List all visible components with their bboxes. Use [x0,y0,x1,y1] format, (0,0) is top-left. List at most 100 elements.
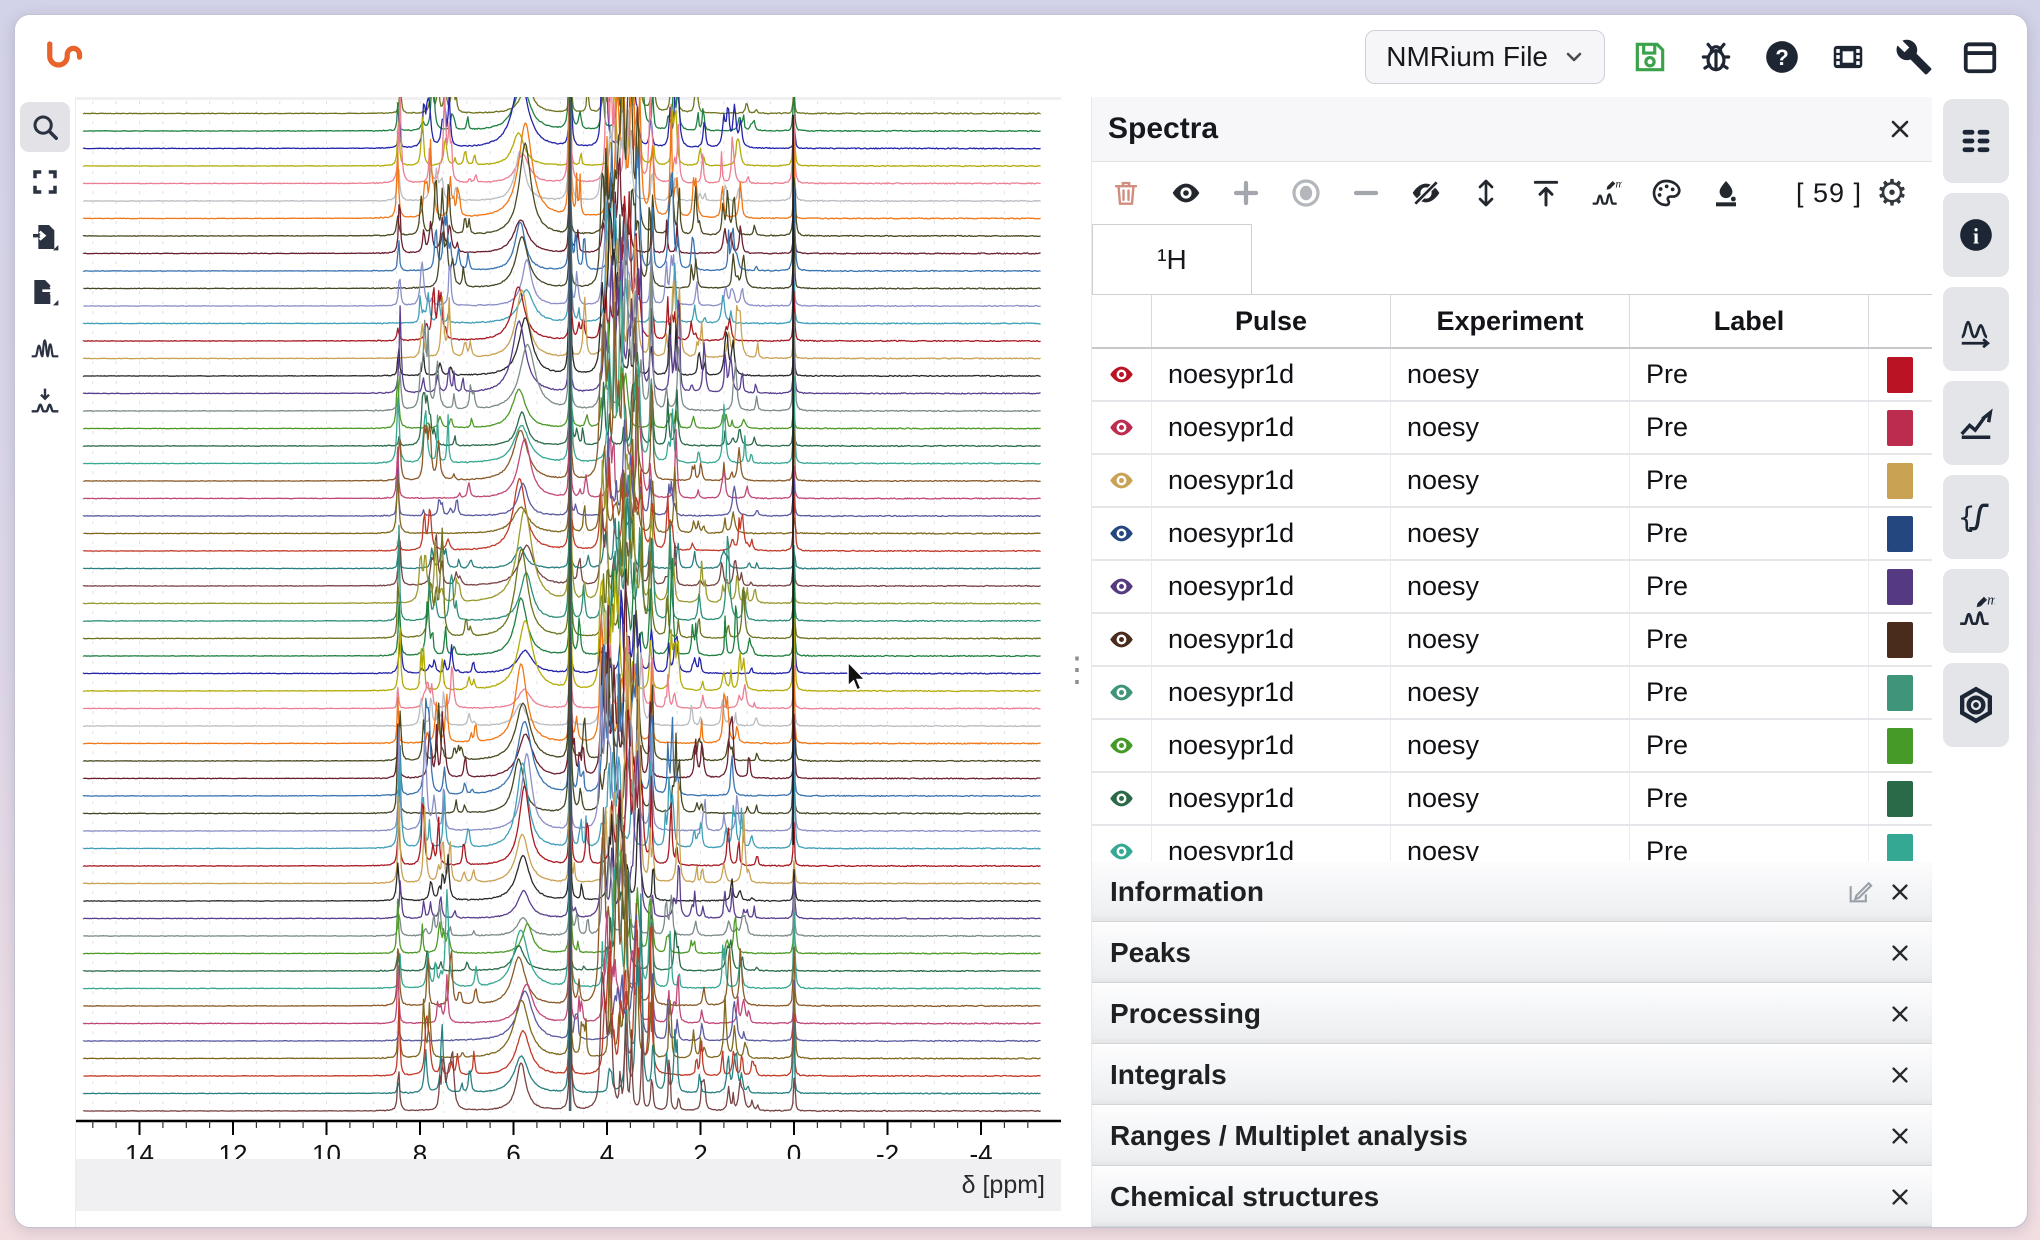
spectrum-color-swatch[interactable] [1869,561,1931,612]
spectrum-color-swatch[interactable] [1869,720,1931,771]
general-settings-button[interactable] [1893,36,1935,78]
accordion-label: Peaks [1110,937,1880,969]
minus-icon [1351,178,1381,208]
spectrum-row[interactable]: noesypr1dnoesyPre [1092,455,1932,508]
tab-1h[interactable]: ¹H [1092,224,1252,294]
spectrum-visibility-toggle[interactable] [1092,561,1152,612]
show-only-selected-button[interactable] [1276,170,1336,216]
align-spectra-button[interactable] [20,377,70,427]
close-accordion-button[interactable] [1880,872,1920,912]
spectrum-color-swatch[interactable] [1869,773,1931,824]
accordion-processing[interactable]: Processing [1092,983,1932,1044]
spectrum-color-swatch[interactable] [1869,508,1931,559]
spectrum-row[interactable]: noesypr1dnoesyPre [1092,349,1932,402]
spectra-settings-button[interactable]: ⚙ [1862,170,1922,216]
spectrum-color-swatch[interactable] [1869,455,1931,506]
spectrum-label: Pre [1630,508,1869,559]
close-accordion-button[interactable] [1880,1055,1920,1095]
fill-color-button[interactable] [1696,170,1756,216]
spectra-table-header: Pulse Experiment Label [1092,295,1932,349]
spectrum-visibility-toggle[interactable] [1092,402,1152,453]
svg-text:m: m [1615,177,1622,191]
panel-resize-handle[interactable]: ⋮ [1063,635,1091,705]
spectrum-visibility-toggle[interactable] [1092,508,1152,559]
spectrum-color-swatch[interactable] [1869,349,1931,400]
spectrum-color-swatch[interactable] [1869,614,1931,665]
accordion-label: Chemical structures [1110,1181,1880,1213]
ranges-multiplet-panel-button[interactable]: m [1943,569,2009,653]
hide-selected-button[interactable] [1396,170,1456,216]
file-menu-dropdown[interactable]: NMRium File [1365,30,1605,84]
default-palette-button[interactable] [1636,170,1696,216]
spectrum-row[interactable]: noesypr1dnoesyPre [1092,720,1932,773]
spectrum-visibility-toggle[interactable] [1092,773,1152,824]
processings-panel-button[interactable] [1943,381,2009,465]
search-icon [30,112,60,142]
accordion-integrals[interactable]: Integrals [1092,1044,1932,1105]
record-circle-icon [1290,177,1322,209]
spectrum-row[interactable]: noesypr1dnoesyPre [1092,667,1932,720]
show-hide-spectra-button[interactable] [1156,170,1216,216]
respacing-spectra-button[interactable] [1456,170,1516,216]
stack-spectra-button[interactable] [20,322,70,372]
close-accordion-button[interactable] [1880,1177,1920,1217]
close-icon [1888,117,1912,141]
spectrum-visibility-toggle[interactable] [1092,614,1152,665]
eye-icon [1108,785,1135,812]
tab-1h-label: ¹H [1157,244,1187,276]
close-spectra-panel-button[interactable] [1882,111,1918,147]
spectra-toolbar: m [ 59 ] [1092,162,1932,224]
eye-icon [1108,732,1135,759]
delete-all-spectra-button[interactable] [1096,170,1156,216]
spectrum-color-swatch[interactable] [1869,402,1931,453]
spectrum-row[interactable]: noesypr1dnoesyPre [1092,561,1932,614]
spectrum-experiment: noesy [1391,720,1630,771]
spectrum-row[interactable]: noesypr1dnoesyPre [1092,508,1932,561]
zoom-tool-button[interactable] [20,102,70,152]
window-layout-button[interactable] [1959,36,2001,78]
spectrum-visibility-toggle[interactable] [1092,826,1152,861]
add-spectra-button[interactable] [1216,170,1276,216]
chemical-structures-panel-button[interactable] [1943,663,2009,747]
import-button[interactable] [20,212,70,262]
spectrum-color-swatch[interactable] [1869,826,1931,861]
spectrum-pulse: noesypr1d [1152,667,1391,718]
accordion-chemical-structures[interactable]: Chemical structures [1092,1166,1932,1227]
spectrum-visibility-toggle[interactable] [1092,349,1152,400]
spectrum-row[interactable]: noesypr1dnoesyPre [1092,614,1932,667]
integrals-panel-button[interactable]: { [1943,475,2009,559]
eye-icon [1108,626,1135,653]
video-tutorials-button[interactable] [1827,36,1869,78]
auto-ranges-tool-button[interactable]: m [1576,170,1636,216]
nmrium-logo-icon[interactable] [41,37,83,79]
spectrum-visibility-toggle[interactable] [1092,667,1152,718]
nucleus-tabs: ¹H [1092,224,1932,295]
export-button[interactable] [20,267,70,317]
close-accordion-button[interactable] [1880,1116,1920,1156]
col-color [1869,295,1931,347]
remove-selected-button[interactable] [1336,170,1396,216]
spectra-list-panel-button[interactable] [1943,99,2009,183]
save-button[interactable] [1629,36,1671,78]
spectrum-visibility-toggle[interactable] [1092,455,1152,506]
ranges-multiplet-icon: m [1957,592,1995,630]
edit-button[interactable] [1840,872,1880,912]
accordion-peaks[interactable]: Peaks [1092,922,1932,983]
peaks-panel-button[interactable] [1943,287,2009,371]
close-accordion-button[interactable] [1880,933,1920,973]
accordion-information[interactable]: Information [1092,861,1932,922]
report-bug-button[interactable] [1695,36,1737,78]
full-zoom-out-button[interactable] [20,157,70,207]
spectrum-visibility-toggle[interactable] [1092,720,1152,771]
spectrum-row[interactable]: noesypr1dnoesyPre [1092,826,1932,861]
spectrum-color-swatch[interactable] [1869,667,1931,718]
spectrum-row[interactable]: noesypr1dnoesyPre [1092,402,1932,455]
reset-scale-button[interactable] [1516,170,1576,216]
information-panel-button[interactable]: i [1943,193,2009,277]
svg-text:m: m [1987,593,1995,609]
accordion-ranges-multiplet-analysis[interactable]: Ranges / Multiplet analysis [1092,1105,1932,1166]
close-accordion-button[interactable] [1880,994,1920,1034]
spectrum-row[interactable]: noesypr1dnoesyPre [1092,773,1932,826]
help-button[interactable]: ? [1761,36,1803,78]
eye-icon [1170,177,1202,209]
